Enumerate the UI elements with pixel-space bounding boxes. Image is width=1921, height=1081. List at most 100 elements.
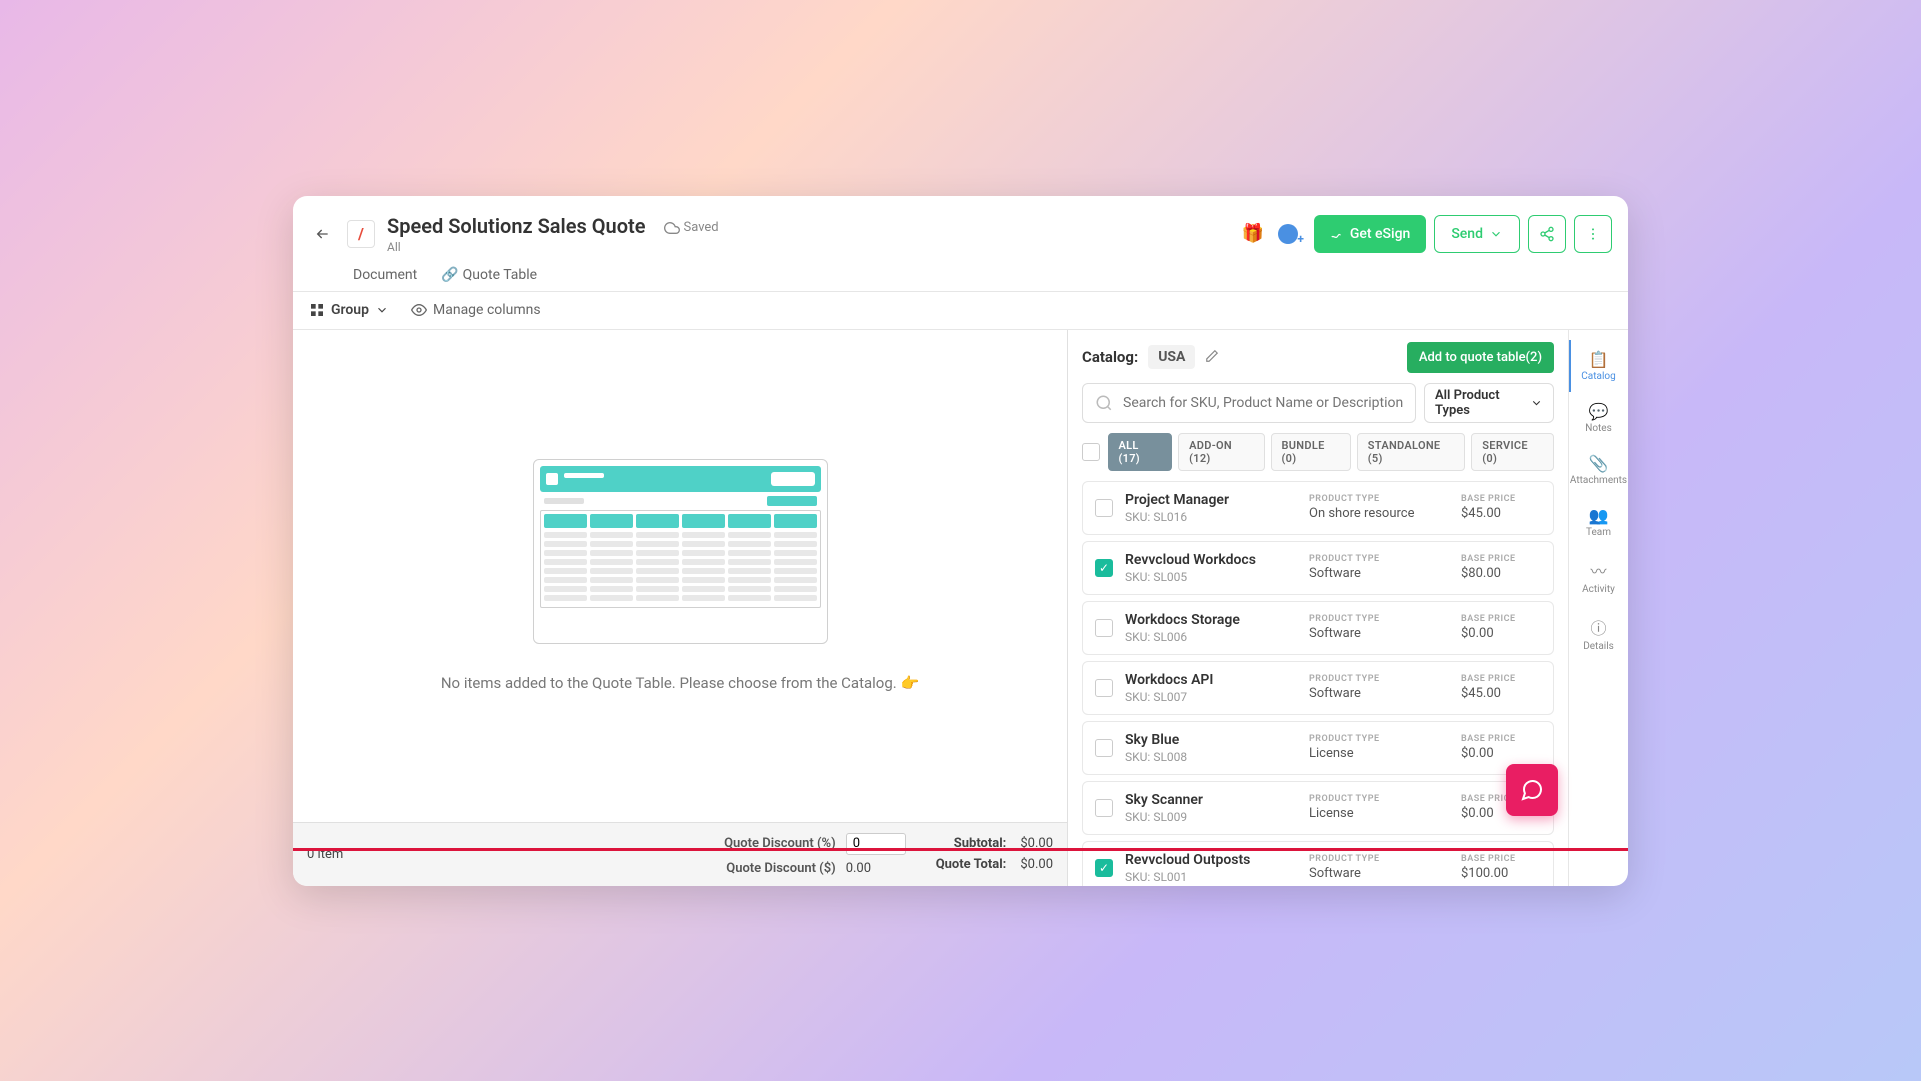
app-window: / Speed Solutionz Sales Quote All Saved …: [293, 196, 1628, 886]
side-panel-item-team[interactable]: 👥Team: [1569, 496, 1628, 548]
title-block: Speed Solutionz Sales Quote All: [387, 214, 646, 254]
group-button[interactable]: Group: [309, 302, 389, 318]
discount-pct-input[interactable]: [846, 833, 906, 855]
manage-columns-button[interactable]: Manage columns: [411, 302, 541, 318]
pencil-icon: [1205, 349, 1219, 363]
product-card[interactable]: Workdocs Storage SKU: SL006 PRODUCT TYPE…: [1082, 601, 1554, 655]
product-type-header: PRODUCT TYPE: [1309, 794, 1449, 804]
filter-pill[interactable]: ADD-ON (12): [1178, 433, 1264, 471]
document-title: Speed Solutionz Sales Quote: [387, 214, 646, 238]
region-badge: USA: [1148, 345, 1195, 369]
empty-illustration: [533, 459, 828, 644]
product-checkbox[interactable]: [1095, 499, 1113, 517]
product-sku: SKU: SL005: [1125, 570, 1297, 584]
gift-icon[interactable]: 🎁: [1241, 223, 1263, 244]
chat-fab[interactable]: [1506, 764, 1558, 816]
header-actions: Get eSign Send: [1314, 215, 1612, 253]
share-button[interactable]: [1528, 215, 1566, 253]
saved-indicator: Saved: [664, 220, 719, 236]
product-list: Project Manager SKU: SL016 PRODUCT TYPE …: [1068, 481, 1568, 886]
product-name: Project Manager: [1125, 492, 1297, 508]
product-type: License: [1309, 746, 1449, 761]
product-name: Workdocs API: [1125, 672, 1297, 688]
tab-quote-table[interactable]: 🔗 Quote Table: [441, 267, 537, 291]
send-button[interactable]: Send: [1434, 215, 1520, 253]
document-icon: /: [347, 220, 375, 248]
tab-document[interactable]: Document: [353, 267, 417, 291]
filter-pill[interactable]: SERVICE (0): [1471, 433, 1554, 471]
details-icon: ⓘ: [1590, 615, 1606, 639]
product-checkbox[interactable]: [1095, 619, 1113, 637]
product-price: $100.00: [1461, 866, 1541, 881]
product-price: $0.00: [1461, 626, 1541, 641]
share-icon: [1539, 226, 1555, 242]
add-to-quote-button[interactable]: Add to quote table(2): [1407, 342, 1554, 373]
document-subtitle: All: [387, 240, 646, 254]
header: / Speed Solutionz Sales Quote All Saved …: [293, 196, 1628, 262]
side-panel-item-activity[interactable]: 〰Activity: [1569, 548, 1628, 605]
product-card[interactable]: Sky Scanner SKU: SL009 PRODUCT TYPE Lice…: [1082, 781, 1554, 835]
product-name: Revvcloud Workdocs: [1125, 552, 1297, 568]
quote-total-value: $0.00: [1020, 857, 1053, 872]
product-type: On shore resource: [1309, 506, 1449, 521]
product-type: Software: [1309, 626, 1449, 641]
product-name: Workdocs Storage: [1125, 612, 1297, 628]
product-sku: SKU: SL006: [1125, 630, 1297, 644]
more-vertical-icon: [1585, 226, 1601, 242]
back-button[interactable]: [309, 220, 337, 248]
product-type: Software: [1309, 566, 1449, 581]
side-panel-item-details[interactable]: ⓘDetails: [1569, 605, 1628, 662]
product-sku: SKU: SL009: [1125, 810, 1297, 824]
filter-pills: ALL (17)ADD-ON (12)BUNDLE (0)STANDALONE …: [1068, 433, 1568, 481]
product-sku: SKU: SL016: [1125, 510, 1297, 524]
quote-table-pane: No items added to the Quote Table. Pleas…: [293, 330, 1068, 886]
header-icons: 🎁: [1241, 223, 1297, 244]
product-card[interactable]: Project Manager SKU: SL016 PRODUCT TYPE …: [1082, 481, 1554, 535]
catalog-header: Catalog: USA Add to quote table(2): [1068, 342, 1568, 383]
link-icon: 🔗: [441, 267, 458, 283]
saved-label: Saved: [684, 220, 719, 235]
select-all-checkbox[interactable]: [1082, 443, 1100, 461]
product-name: Sky Scanner: [1125, 792, 1297, 808]
add-user-icon[interactable]: [1278, 224, 1298, 244]
side-panel-item-attachments[interactable]: 📎Attachments: [1569, 444, 1628, 496]
base-price-header: BASE PRICE: [1461, 854, 1541, 864]
empty-state: No items added to the Quote Table. Pleas…: [293, 330, 1067, 822]
product-checkbox[interactable]: [1095, 799, 1113, 817]
side-panel-item-notes[interactable]: 💬Notes: [1569, 392, 1628, 444]
product-type-select[interactable]: All Product Types: [1424, 383, 1554, 423]
group-icon: [309, 302, 325, 318]
product-checkbox[interactable]: [1095, 739, 1113, 757]
product-card[interactable]: Workdocs API SKU: SL007 PRODUCT TYPE Sof…: [1082, 661, 1554, 715]
base-price-header: BASE PRICE: [1461, 674, 1541, 684]
chevron-down-icon: [1489, 227, 1503, 241]
filter-pill[interactable]: BUNDLE (0): [1271, 433, 1351, 471]
base-price-header: BASE PRICE: [1461, 614, 1541, 624]
search-box[interactable]: [1082, 383, 1416, 423]
product-price: $80.00: [1461, 566, 1541, 581]
edit-region-button[interactable]: [1205, 348, 1219, 367]
document-tabs: Document 🔗 Quote Table: [293, 258, 1628, 292]
chevron-down-icon: [375, 303, 389, 317]
product-price: $0.00: [1461, 746, 1541, 761]
product-type-header: PRODUCT TYPE: [1309, 674, 1449, 684]
signature-icon: [1330, 227, 1344, 241]
product-card[interactable]: Sky Blue SKU: SL008 PRODUCT TYPE License…: [1082, 721, 1554, 775]
notes-icon: 💬: [1589, 402, 1609, 421]
product-card[interactable]: ✓ Revvcloud Workdocs SKU: SL005 PRODUCT …: [1082, 541, 1554, 595]
more-button[interactable]: [1574, 215, 1612, 253]
cloud-icon: [664, 220, 680, 236]
product-type-header: PRODUCT TYPE: [1309, 734, 1449, 744]
product-type-header: PRODUCT TYPE: [1309, 554, 1449, 564]
filter-pill[interactable]: STANDALONE (5): [1357, 433, 1466, 471]
search-input[interactable]: [1123, 395, 1403, 411]
product-checkbox[interactable]: [1095, 679, 1113, 697]
filter-pill[interactable]: ALL (17): [1108, 433, 1173, 471]
product-checkbox[interactable]: ✓: [1095, 559, 1113, 577]
side-panel-item-catalog[interactable]: 📋Catalog: [1569, 340, 1628, 392]
get-esign-button[interactable]: Get eSign: [1314, 215, 1426, 253]
chevron-down-icon: [1530, 396, 1543, 410]
catalog-label: Catalog:: [1082, 348, 1138, 366]
base-price-header: BASE PRICE: [1461, 734, 1541, 744]
product-checkbox[interactable]: ✓: [1095, 859, 1113, 877]
